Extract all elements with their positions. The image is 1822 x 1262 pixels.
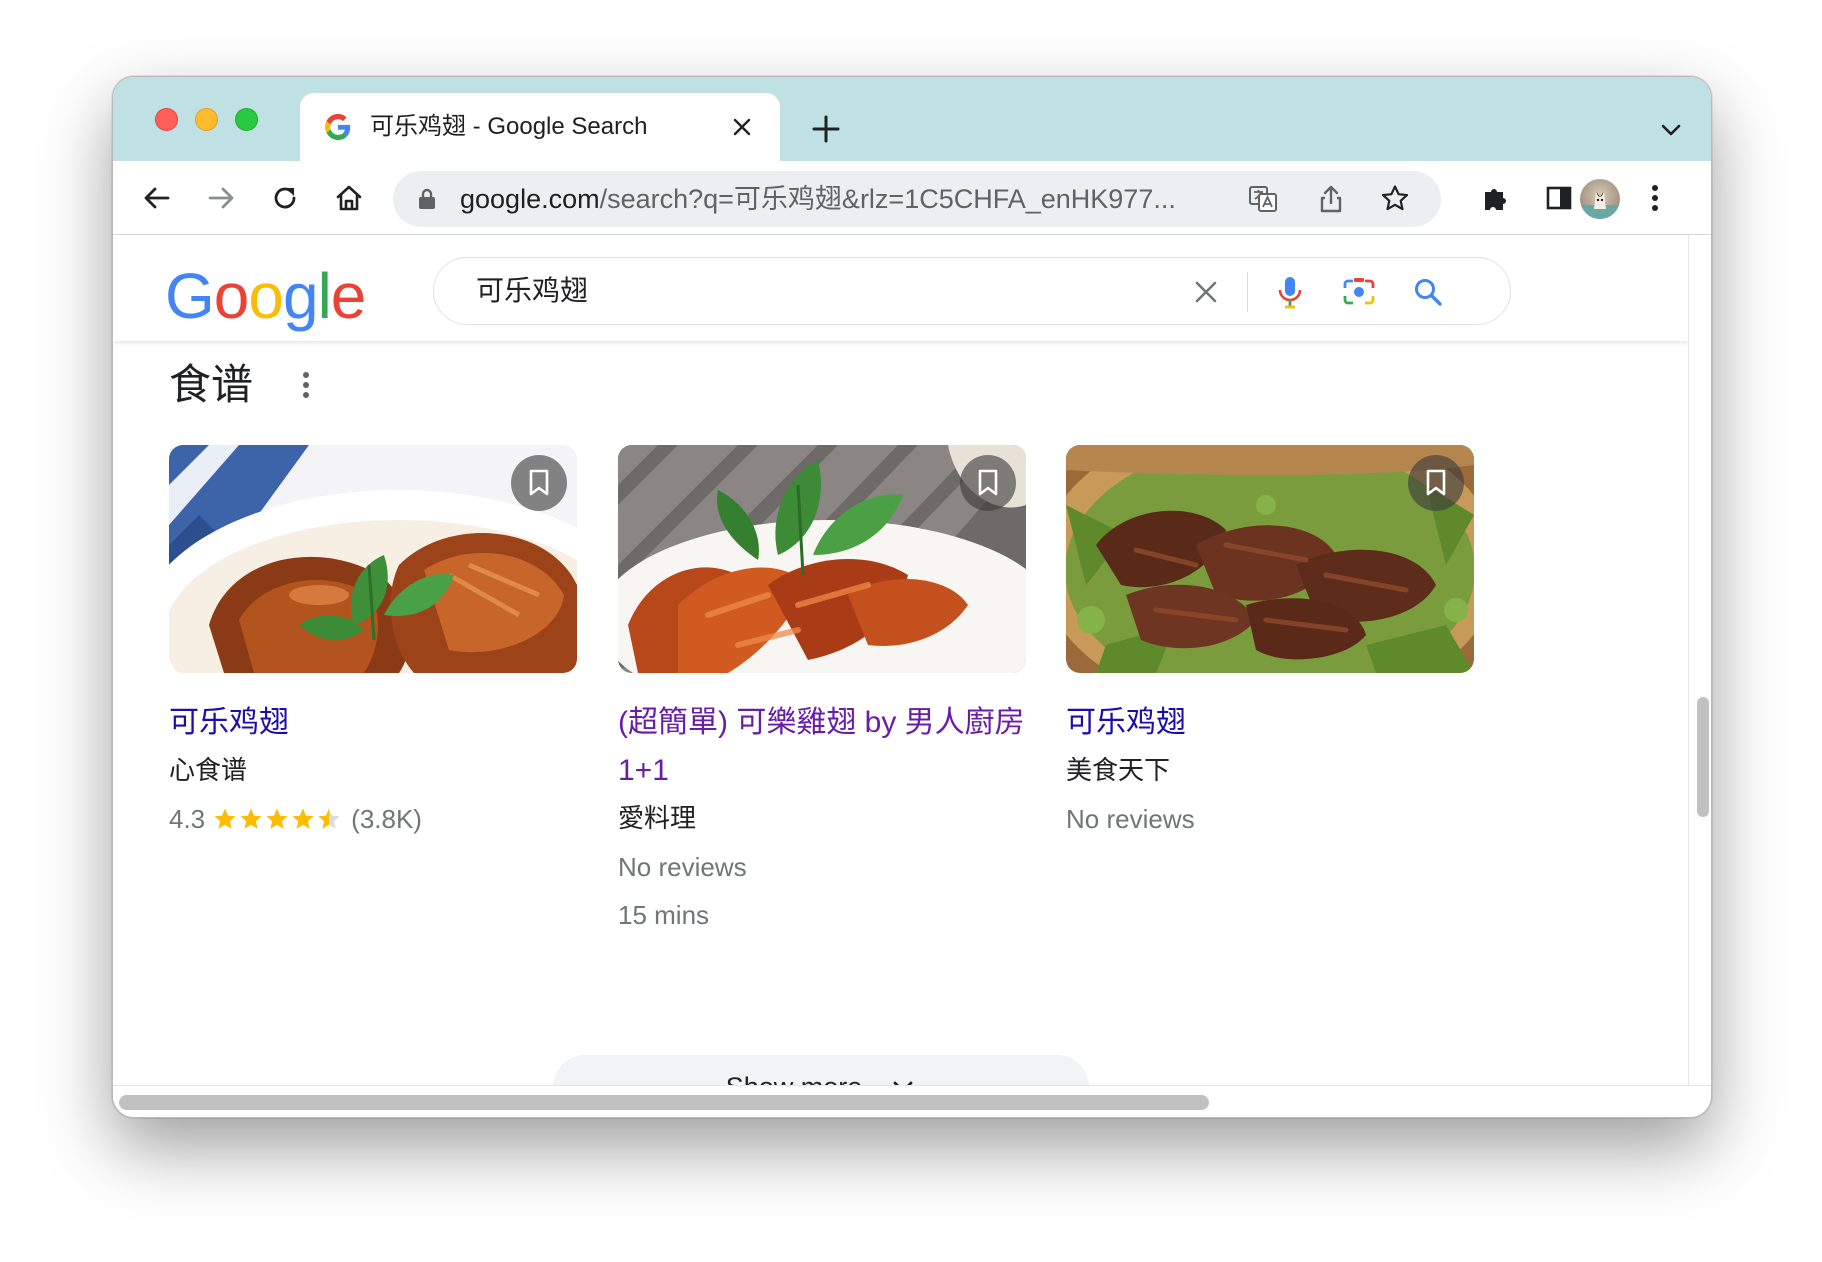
show-more-label: Show more xyxy=(726,1072,863,1086)
recipe-reviews: No reviews xyxy=(618,852,747,882)
chevron-down-icon[interactable] xyxy=(1658,117,1684,143)
save-recipe-button[interactable] xyxy=(1408,455,1464,511)
back-button[interactable] xyxy=(137,178,177,218)
logo-letter: l xyxy=(317,260,332,332)
recipe-cook-time: 15 mins xyxy=(618,900,710,930)
vertical-scrollbar[interactable] xyxy=(1688,235,1711,1085)
side-panel-button[interactable] xyxy=(1539,178,1579,218)
recipe-title-link[interactable]: (超簡單) 可樂雞翅 by 男人廚房1+1 xyxy=(618,699,1026,795)
bookmark-icon xyxy=(1426,469,1446,496)
star-icon xyxy=(214,808,236,829)
horizontal-scrollbar[interactable] xyxy=(113,1085,1711,1117)
tab-active[interactable]: 可乐鸡翅 - Google Search xyxy=(300,93,780,161)
vertical-scrollbar-thumb[interactable] xyxy=(1697,697,1709,817)
half-star-icon xyxy=(318,808,340,829)
section-options-icon[interactable] xyxy=(291,365,321,405)
rating-stars xyxy=(213,807,343,831)
microphone-icon xyxy=(1278,277,1302,309)
recipe-title-link[interactable]: 可乐鸡翅 xyxy=(1066,699,1474,747)
url-text[interactable]: google.com/search?q=可乐鸡翅&rlz=1C5CHFA_enH… xyxy=(460,183,1230,215)
recipe-source: 美食天下 xyxy=(1066,756,1171,786)
logo-letter: o xyxy=(248,260,284,332)
clear-search-button[interactable] xyxy=(1186,272,1226,312)
camera-lens-icon xyxy=(1343,278,1375,305)
voice-search-button[interactable] xyxy=(1270,272,1310,312)
side-panel-icon xyxy=(1546,186,1572,210)
search-divider xyxy=(1247,272,1248,312)
share-icon xyxy=(1320,185,1342,213)
close-tab-icon[interactable] xyxy=(730,115,754,139)
bookmark-star-button[interactable] xyxy=(1377,181,1413,217)
chrome-menu-button[interactable] xyxy=(1635,178,1675,218)
forward-button[interactable] xyxy=(201,178,241,218)
star-icon xyxy=(292,808,314,829)
recipe-source: 心食谱 xyxy=(169,756,248,786)
url-path: /search?q=可乐鸡翅&rlz=1C5CHFA_enHK977... xyxy=(599,184,1176,214)
puzzle-icon xyxy=(1485,189,1506,210)
close-icon xyxy=(1195,281,1217,303)
star-outline-icon xyxy=(1381,185,1409,211)
reload-icon xyxy=(274,187,296,209)
rating-value: 4.3 xyxy=(169,804,206,834)
recipe-card[interactable]: 可乐鸡翅 美食天下 No reviews xyxy=(1066,445,1474,839)
google-logo[interactable]: Google xyxy=(165,260,367,332)
maximize-window-button[interactable] xyxy=(235,108,258,131)
search-input[interactable]: 可乐鸡翅 xyxy=(476,274,588,308)
address-bar[interactable]: google.com/search?q=可乐鸡翅&rlz=1C5CHFA_enH… xyxy=(393,171,1441,227)
logo-letter: G xyxy=(165,260,215,332)
profile-avatar[interactable] xyxy=(1580,179,1620,219)
recipes-section-title: 食谱 xyxy=(169,360,254,409)
recipe-image[interactable] xyxy=(1066,445,1474,673)
page-content: Google 可乐鸡翅 食谱 可乐鸡翅 心食谱 4.3 (3.8K) (超簡單)… xyxy=(113,235,1688,1085)
save-recipe-button[interactable] xyxy=(511,455,567,511)
translate-icon xyxy=(1249,186,1277,212)
chevron-down-icon xyxy=(893,1081,913,1085)
home-icon xyxy=(336,185,362,211)
new-tab-icon[interactable] xyxy=(808,111,844,147)
tab-title: 可乐鸡翅 - Google Search xyxy=(370,113,648,140)
search-submit-button[interactable] xyxy=(1408,272,1448,312)
cat-avatar-icon xyxy=(1580,191,1620,219)
reload-button[interactable] xyxy=(265,178,305,218)
share-button[interactable] xyxy=(1313,181,1349,217)
recipe-image[interactable] xyxy=(618,445,1026,673)
horizontal-scrollbar-thumb[interactable] xyxy=(119,1095,1209,1110)
arrow-right-icon xyxy=(208,187,234,209)
home-button[interactable] xyxy=(329,178,369,218)
image-search-button[interactable] xyxy=(1339,272,1379,312)
logo-letter: g xyxy=(282,260,319,332)
search-icon xyxy=(1415,279,1442,306)
star-icon xyxy=(240,808,262,829)
recipe-source: 愛料理 xyxy=(618,804,697,834)
logo-letter: e xyxy=(330,260,367,332)
recipe-image[interactable] xyxy=(169,445,577,673)
recipe-title-link[interactable]: 可乐鸡翅 xyxy=(169,699,577,747)
url-host: google.com xyxy=(460,184,600,214)
logo-letter: o xyxy=(213,260,250,332)
show-more-button[interactable]: Show more xyxy=(553,1055,1089,1085)
arrow-left-icon xyxy=(144,187,170,209)
kebab-menu-icon xyxy=(1652,185,1658,211)
browser-toolbar: google.com/search?q=可乐鸡翅&rlz=1C5CHFA_enH… xyxy=(113,161,1711,235)
close-window-button[interactable] xyxy=(155,108,178,131)
recipe-card[interactable]: (超簡單) 可樂雞翅 by 男人廚房1+1 愛料理 No reviews 15 … xyxy=(618,445,1026,935)
tab-bar: 可乐鸡翅 - Google Search xyxy=(113,77,1711,161)
bookmark-icon xyxy=(529,469,549,496)
minimize-window-button[interactable] xyxy=(195,108,218,131)
translate-button[interactable] xyxy=(1245,181,1281,217)
browser-window: 可乐鸡翅 - Google Search google.com/search?q… xyxy=(112,76,1712,1118)
recipe-card[interactable]: 可乐鸡翅 心食谱 4.3 (3.8K) xyxy=(169,445,577,839)
extensions-button[interactable] xyxy=(1475,178,1515,218)
lock-icon[interactable] xyxy=(415,187,439,211)
bookmark-icon xyxy=(978,469,998,496)
recipe-rating: 4.3 (3.8K) xyxy=(169,799,577,839)
save-recipe-button[interactable] xyxy=(960,455,1016,511)
star-icon xyxy=(266,808,288,829)
recipe-reviews: No reviews xyxy=(1066,804,1195,834)
search-header: Google 可乐鸡翅 xyxy=(113,235,1688,341)
google-favicon-icon xyxy=(325,114,351,140)
search-box[interactable]: 可乐鸡翅 xyxy=(433,257,1511,325)
review-count: (3.8K) xyxy=(351,804,422,834)
